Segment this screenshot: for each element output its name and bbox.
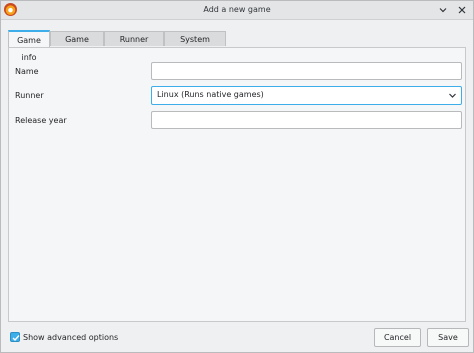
show-advanced-checkbox[interactable] (10, 332, 20, 342)
runner-label: Runner (15, 91, 44, 100)
tab-game-info[interactable]: Game info (8, 30, 50, 62)
check-icon (12, 335, 20, 342)
tab-runner-options[interactable]: Runner options (104, 31, 164, 59)
cancel-button[interactable]: Cancel (374, 328, 421, 347)
title-bar[interactable]: Add a new game (1, 1, 473, 20)
release-year-field[interactable] (151, 111, 462, 129)
name-field[interactable] (151, 62, 462, 80)
chevron-down-icon (448, 91, 457, 100)
tab-game-options[interactable]: Game options (50, 31, 104, 59)
runner-select-value: Linux (Runs native games) (157, 90, 264, 99)
add-game-dialog: Add a new game Game info Game options Ru… (0, 0, 474, 353)
window-title: Add a new game (203, 5, 271, 14)
close-icon[interactable] (456, 4, 468, 16)
tab-system-options[interactable]: System options (164, 31, 226, 59)
show-advanced-label[interactable]: Show advanced options (23, 333, 118, 342)
release-year-label: Release year (15, 116, 67, 125)
save-button[interactable]: Save (427, 328, 469, 347)
chevron-down-icon[interactable] (437, 4, 449, 16)
name-label: Name (15, 67, 39, 76)
runner-select[interactable]: Linux (Runs native games) (151, 86, 462, 105)
